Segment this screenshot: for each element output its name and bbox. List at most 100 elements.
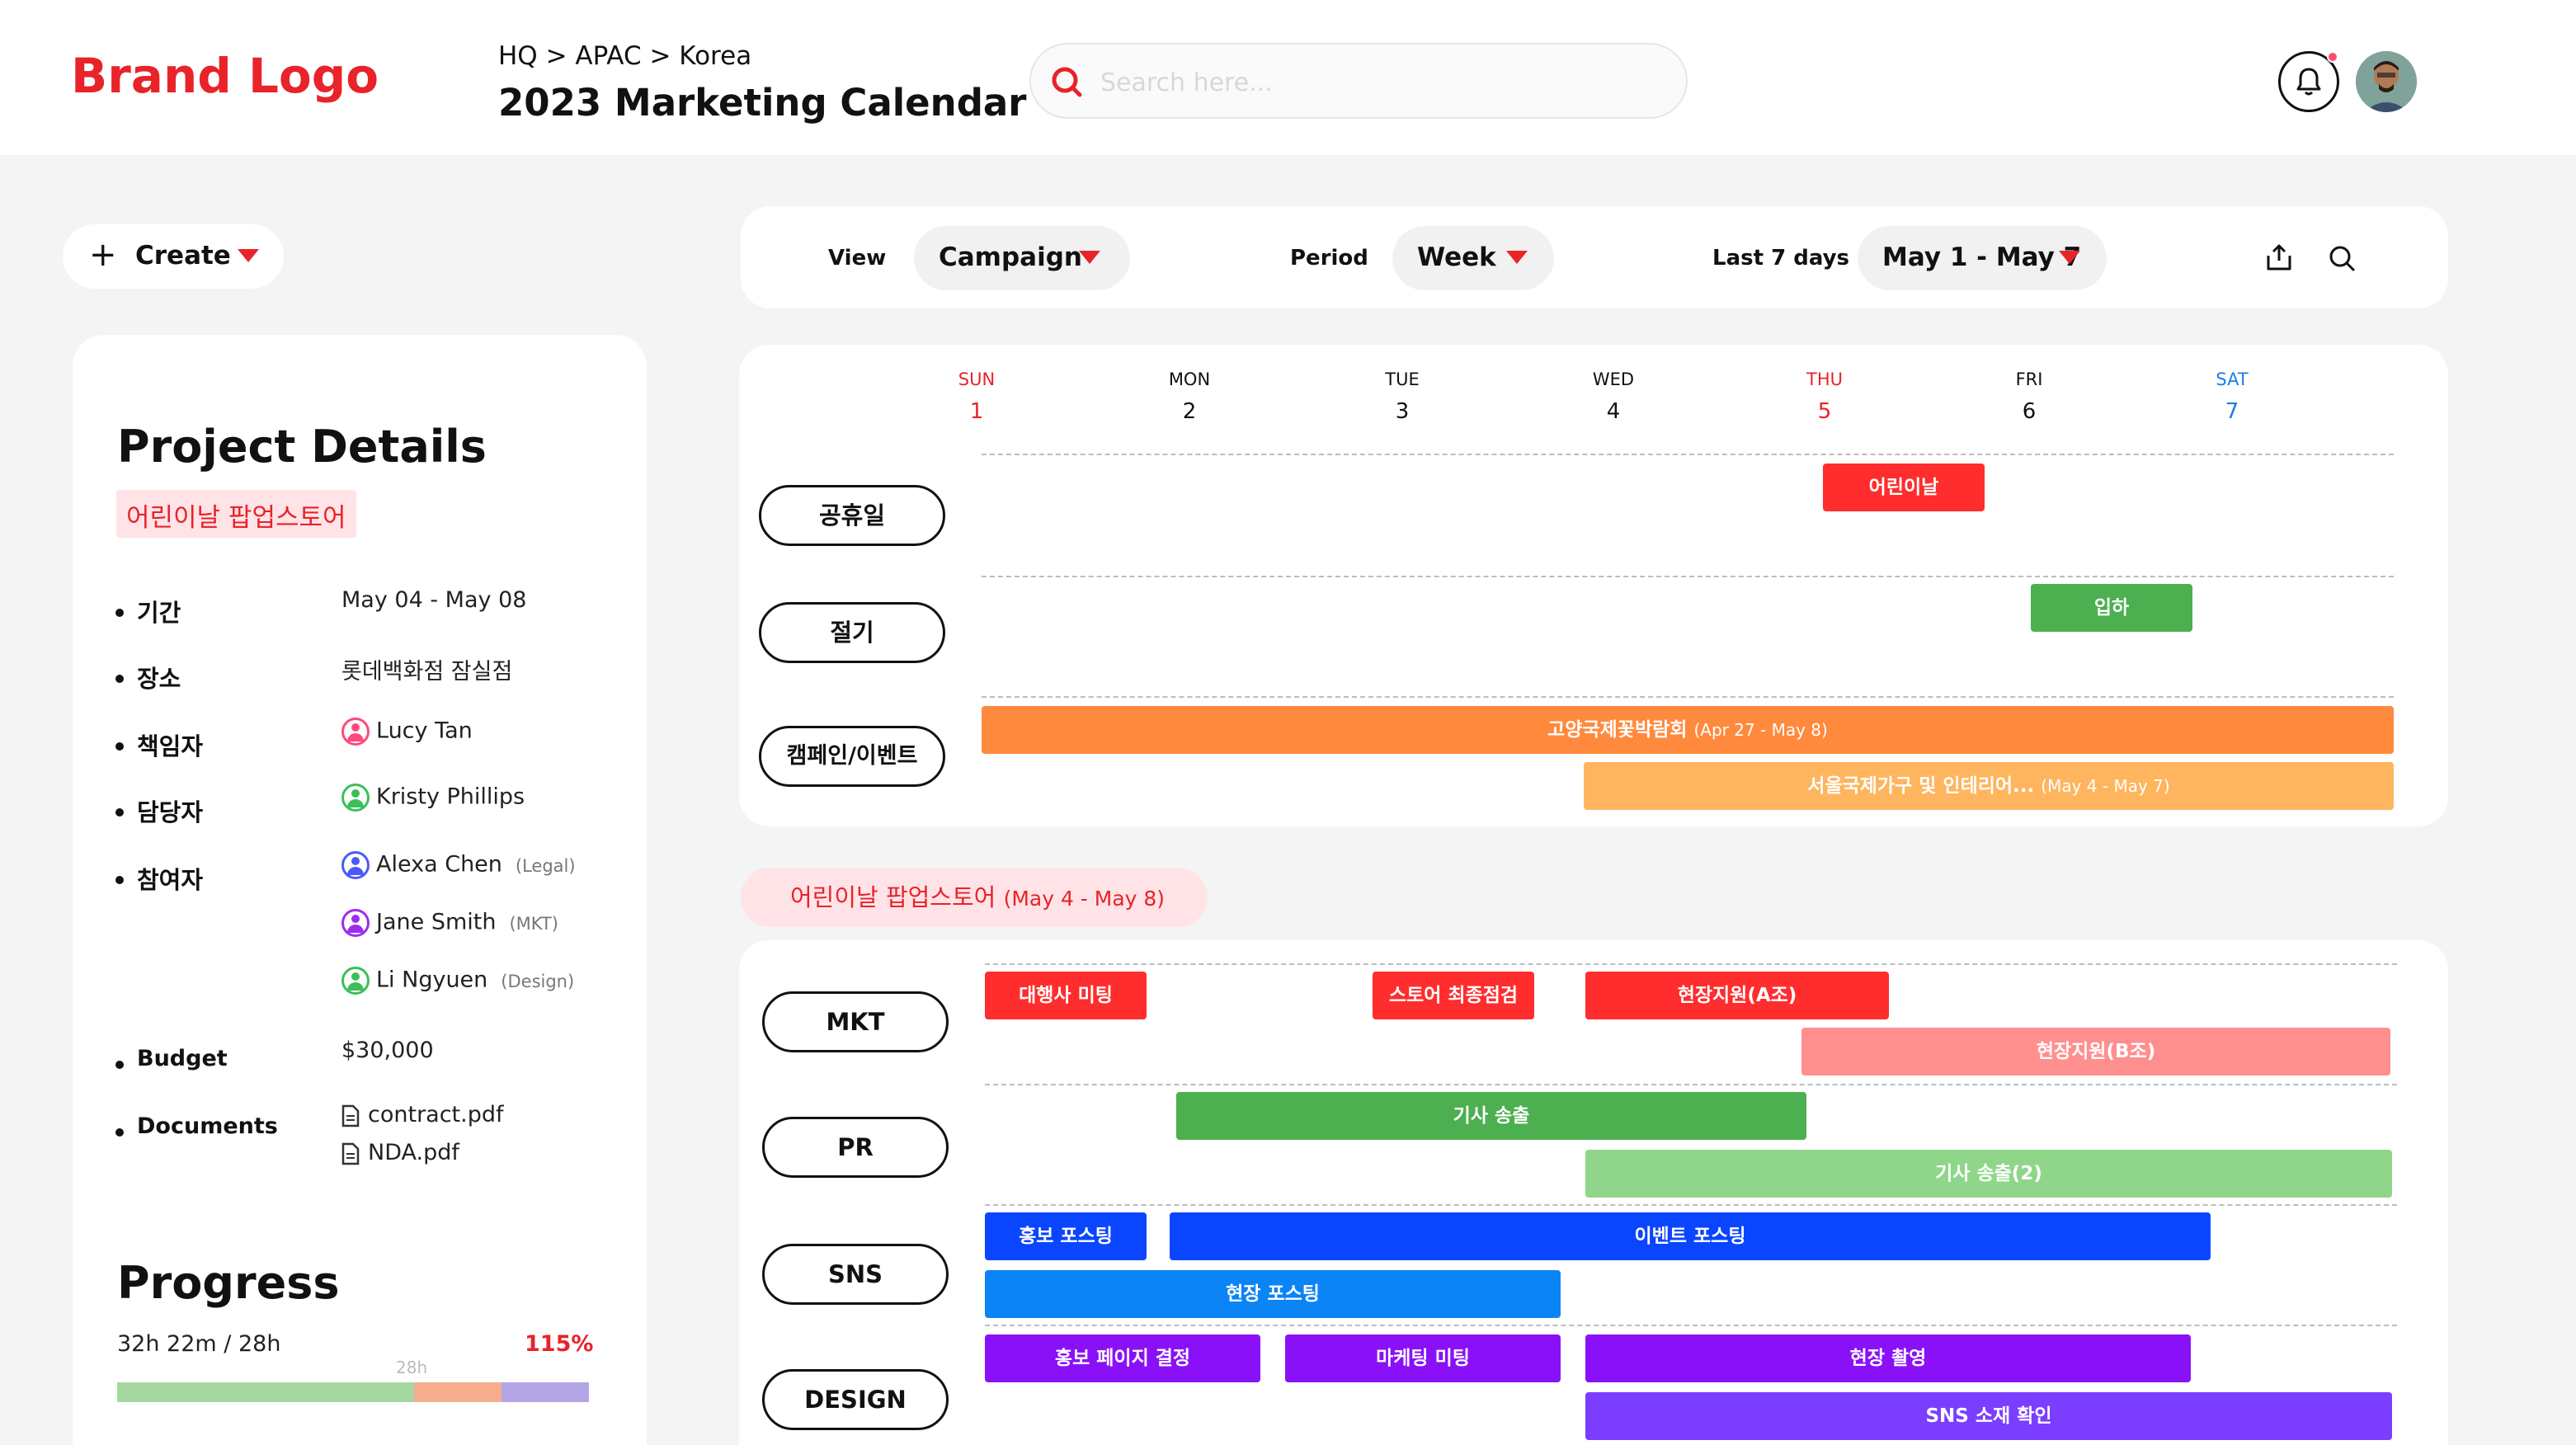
detail-key: 기간: [137, 599, 181, 627]
document-name: NDA.pdf: [368, 1140, 459, 1165]
event-range: (Apr 27 - May 8): [1693, 720, 1828, 740]
phase-label: 어린이날 팝업스토어: [790, 883, 996, 911]
detail-key: 장소: [137, 665, 181, 693]
member-item[interactable]: Alexa Chen (Legal): [341, 851, 576, 879]
day-number: 2: [1182, 399, 1197, 424]
member-name: Jane Smith: [376, 909, 497, 935]
search-icon[interactable]: [2328, 244, 2356, 272]
team-calendar: MKT PR SNS DESIGN 대행사 미팅 스토어 최종점검 현장지원(A…: [739, 940, 2448, 1445]
detail-manager-value[interactable]: Kristy Phillips: [341, 784, 525, 812]
day-header: TUE 3: [1353, 369, 1452, 424]
event-sns[interactable]: 이벤트 포스팅: [1170, 1212, 2211, 1260]
row-label-holiday[interactable]: 공휴일: [759, 485, 945, 546]
member-item[interactable]: Li Ngyuen (Design): [341, 967, 574, 995]
event-campaign[interactable]: 서울국제가구 및 인테리어... (May 4 - May 7): [1584, 762, 2394, 810]
event-sns[interactable]: 홍보 포스팅: [985, 1212, 1147, 1260]
event-design[interactable]: 홍보 페이지 결정: [985, 1334, 1260, 1382]
caret-down-icon: [1079, 251, 1100, 264]
document-icon: [341, 1104, 360, 1127]
event-design[interactable]: 마케팅 미팅: [1285, 1334, 1561, 1382]
top-header: Brand Logo HQ > APAC > Korea 2023 Market…: [0, 0, 2576, 155]
page-title: 2023 Marketing Calendar: [498, 81, 1027, 125]
person-icon: [341, 851, 370, 879]
event-campaign[interactable]: 고양국제꽃박람회 (Apr 27 - May 8): [982, 706, 2394, 754]
member-role: (Design): [501, 971, 575, 991]
brand-logo[interactable]: Brand Logo: [71, 48, 379, 104]
event-holiday[interactable]: 어린이날: [1823, 464, 1985, 511]
breadcrumb[interactable]: HQ > APAC > Korea: [498, 41, 751, 71]
person-icon: [341, 967, 370, 995]
row-label-season[interactable]: 절기: [759, 602, 945, 663]
progress-heading: Progress: [117, 1257, 340, 1309]
event-mkt[interactable]: 현장지원(B조): [1801, 1028, 2390, 1076]
user-avatar-icon: [2356, 51, 2417, 112]
search-input[interactable]: [1100, 61, 1661, 104]
event-pr[interactable]: 기사 송출: [1176, 1092, 1806, 1140]
bullet: [115, 675, 124, 683]
project-phase-tag[interactable]: 어린이날 팝업스토어 (May 4 - May 8): [741, 868, 1208, 927]
date-range-value: May 1 - May 7: [1882, 242, 2082, 272]
day-name: FRI: [2015, 369, 2043, 389]
detail-place-value: 롯데백화점 잠실점: [341, 659, 513, 685]
document-link[interactable]: NDA.pdf: [341, 1140, 459, 1165]
event-mkt[interactable]: 스토어 최종점검: [1373, 972, 1534, 1019]
row-divider: [985, 1325, 2397, 1326]
user-avatar[interactable]: [2356, 51, 2417, 112]
day-header: SAT 7: [2183, 369, 2282, 424]
day-number: 4: [1606, 399, 1621, 424]
project-details-heading: Project Details: [117, 421, 487, 473]
day-number: 3: [1395, 399, 1410, 424]
row-label-mkt[interactable]: MKT: [762, 991, 949, 1052]
day-header: WED 4: [1564, 369, 1663, 424]
day-number: 7: [2225, 399, 2239, 424]
detail-owner-value[interactable]: Lucy Tan: [341, 718, 473, 746]
person-icon: [341, 909, 370, 937]
search-bar[interactable]: [1029, 43, 1688, 119]
person-icon: [341, 718, 370, 746]
period-value: Week: [1417, 242, 1496, 272]
row-divider: [985, 963, 2397, 965]
row-label-campaign[interactable]: 캠페인/이벤트: [759, 726, 945, 787]
detail-period-value: May 04 - May 08: [341, 587, 527, 613]
day-name: TUE: [1385, 369, 1420, 389]
event-mkt[interactable]: 현장지원(A조): [1585, 972, 1889, 1019]
row-label-design[interactable]: DESIGN: [762, 1369, 949, 1430]
row-divider: [985, 1084, 2397, 1085]
event-title: 고양국제꽃박람회: [1547, 719, 1688, 741]
day-number: 5: [1817, 399, 1832, 424]
row-divider: [982, 576, 2394, 577]
share-icon[interactable]: [2265, 242, 2293, 272]
day-name: MON: [1168, 369, 1211, 389]
detail-budget-value: $30,000: [341, 1038, 434, 1063]
row-divider: [982, 454, 2394, 455]
view-label: View: [828, 246, 887, 271]
detail-key: 책임자: [137, 732, 204, 760]
view-value: Campaign: [939, 242, 1082, 272]
notification-bell-button[interactable]: [2278, 51, 2339, 112]
row-label-pr[interactable]: PR: [762, 1117, 949, 1178]
event-pr[interactable]: 기사 송출(2): [1585, 1150, 2392, 1198]
progress-time: 32h 22m / 28h: [117, 1331, 281, 1357]
owner-name: Lucy Tan: [376, 718, 473, 744]
progress-percent: 115%: [525, 1331, 594, 1357]
bell-icon: [2296, 68, 2321, 96]
date-range-dropdown[interactable]: May 1 - May 7: [1858, 226, 2107, 290]
document-name: contract.pdf: [368, 1102, 504, 1127]
member-item[interactable]: Jane Smith (MKT): [341, 909, 558, 937]
detail-key: 담당자: [137, 798, 204, 826]
event-design[interactable]: 현장 촬영: [1585, 1334, 2191, 1382]
event-season[interactable]: 입하: [2031, 584, 2192, 632]
progress-bar-extra: [502, 1382, 589, 1402]
progress-marker-label: 28h: [396, 1358, 428, 1377]
event-design[interactable]: SNS 소재 확인: [1585, 1392, 2392, 1440]
row-label-sns[interactable]: SNS: [762, 1244, 949, 1305]
notification-dot: [2327, 51, 2338, 63]
event-sns[interactable]: 현장 포스팅: [985, 1270, 1561, 1318]
plus-icon: +: [89, 236, 117, 274]
document-link[interactable]: contract.pdf: [341, 1102, 504, 1127]
create-button[interactable]: + Create: [63, 224, 284, 289]
day-name: THU: [1806, 369, 1843, 389]
period-dropdown[interactable]: Week: [1392, 226, 1554, 290]
event-mkt[interactable]: 대행사 미팅: [985, 972, 1147, 1019]
view-dropdown[interactable]: Campaign: [914, 226, 1130, 290]
